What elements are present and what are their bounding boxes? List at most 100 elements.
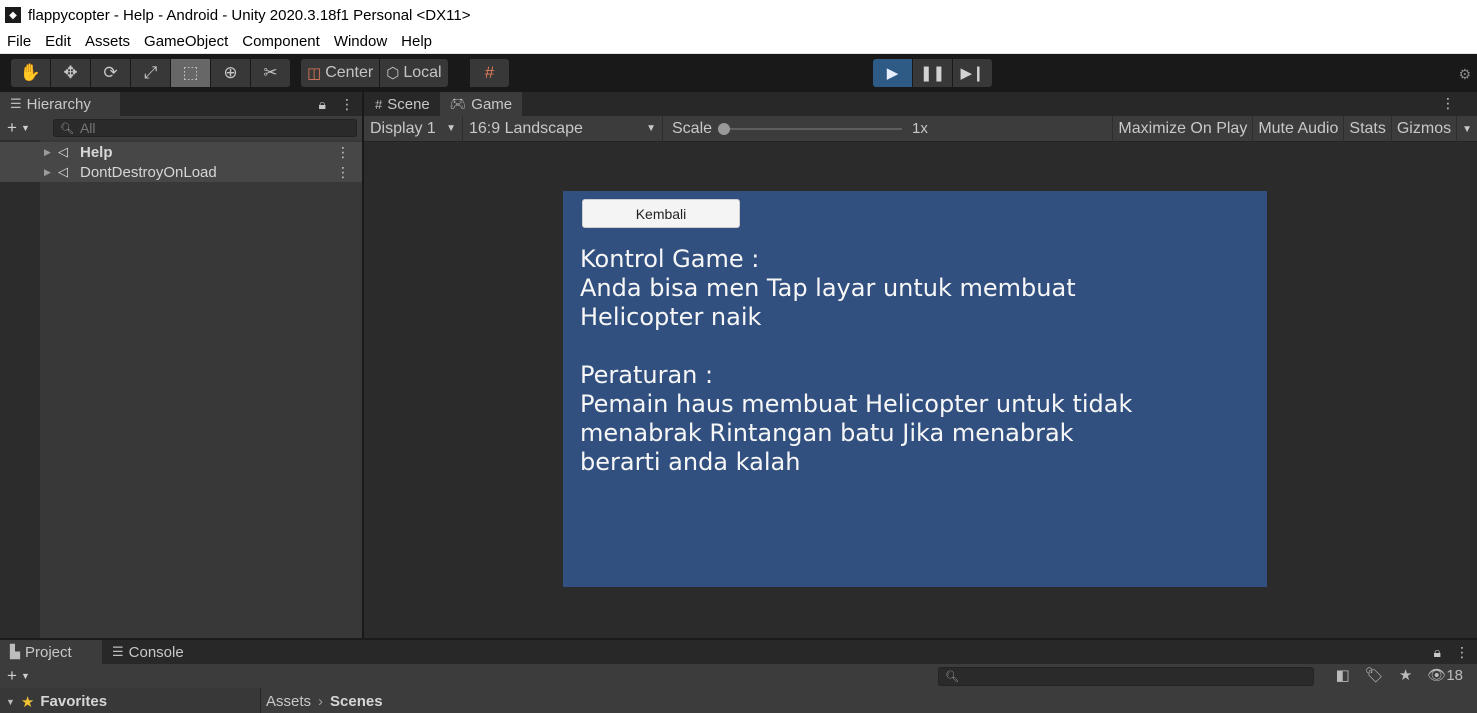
scale-label: Scale (672, 119, 713, 137)
gamepad-icon: 🎮︎ (449, 96, 467, 111)
game-toggles: Maximize On Play Mute Audio Stats Gizmos… (1112, 116, 1477, 142)
menu-file[interactable]: File (7, 33, 31, 50)
star-icon: ★ (20, 693, 35, 711)
tab-hierarchy[interactable]: ☰ Hierarchy (0, 92, 120, 116)
filter-by-label-icon[interactable]: 🏷︎ (1365, 666, 1384, 684)
game-viewport: Kembali Kontrol Game : Anda bisa men Tap… (364, 142, 1477, 638)
unity-scene-icon: ◁ (58, 164, 68, 179)
gizmos-toggle[interactable]: Gizmos (1390, 116, 1456, 142)
hierarchy-toolbar: + ▼ 🔍︎ All (0, 116, 362, 140)
menu-window[interactable]: Window (334, 33, 387, 50)
expand-arrow-icon[interactable]: ▼ (6, 697, 15, 707)
hierarchy-tab-tools: 🔒︎ ⋮ (319, 96, 354, 113)
tab-project-label: Project (25, 643, 72, 661)
help-text: Kontrol Game : Anda bisa men Tap layar u… (580, 245, 1133, 476)
rect-tool-icon[interactable]: ⬚ (171, 59, 210, 87)
chevron-down-icon: ▼ (20, 671, 30, 681)
hierarchy-search-input[interactable]: 🔍︎ All (53, 119, 357, 137)
scale-tool-icon[interactable]: ⤢ (131, 59, 170, 87)
row-kebab-icon[interactable]: ⋮ (336, 144, 350, 161)
favorite-star-icon[interactable]: ★ (1399, 666, 1412, 684)
aspect-dropdown[interactable]: 16:9 Landscape ▼ (463, 115, 663, 142)
stats-toggle[interactable]: Stats (1343, 116, 1390, 142)
expand-arrow-icon[interactable]: ▶ (44, 167, 51, 178)
menu-gameobject[interactable]: GameObject (144, 33, 228, 50)
scale-control: Scale 1x (663, 116, 928, 142)
pivot-icon: ◫ (307, 65, 322, 82)
pivot-label: Center (325, 64, 374, 81)
game-options-bar: Display 1 ▼ 16:9 Landscape ▼ Scale 1x Ma… (364, 115, 1477, 142)
scene-label: Help (80, 143, 113, 161)
mute-audio-toggle[interactable]: Mute Audio (1252, 116, 1343, 142)
layers-icon[interactable]: ⚙ (1458, 66, 1471, 83)
tab-hierarchy-label: Hierarchy (26, 95, 91, 113)
hidden-count: 18 (1446, 667, 1463, 684)
project-toolbar: + ▼ 🔍︎ ◧ 🏷︎ ★ 👁︎18 (0, 664, 1477, 688)
grid-icon: # (375, 96, 383, 112)
scale-slider[interactable] (718, 122, 903, 135)
console-icon: ☰ (112, 644, 124, 659)
hierarchy-gutter (0, 140, 40, 638)
pivot-toggles: ◫ Center ⬡ Local (301, 59, 449, 87)
hierarchy-panel: ☰ Hierarchy 🔒︎ ⋮ + ▼ 🔍︎ All ▶ ◁ Help ⋮ ▶ … (0, 92, 362, 638)
transform-tool-icon[interactable]: ⊕ (211, 59, 250, 87)
rotate-tool-icon[interactable]: ⟳ (91, 59, 130, 87)
tab-scene-label: Scene (387, 95, 430, 113)
step-icon[interactable]: ▶❙ (953, 59, 992, 87)
hand-tool-icon[interactable]: ✋ (11, 59, 50, 87)
play-icon[interactable]: ▶ (873, 59, 912, 87)
filter-by-type-icon[interactable]: ◧ (1336, 666, 1350, 684)
hierarchy-row-help[interactable]: ▶ ◁ Help ⋮ (0, 142, 362, 162)
scale-slider-knob[interactable] (718, 122, 731, 135)
favorites-row[interactable]: ▼ ★ Favorites (0, 688, 258, 713)
search-icon: 🔍︎ (945, 671, 959, 683)
hidden-packages-toggle[interactable]: 👁︎18 (1427, 666, 1463, 684)
tab-scene[interactable]: # Scene (365, 92, 440, 116)
search-icon: 🔍︎ (60, 122, 74, 135)
expand-arrow-icon[interactable]: ▶ (44, 147, 51, 158)
scale-value: 1x (912, 120, 928, 137)
maximize-on-play-toggle[interactable]: Maximize On Play (1112, 116, 1252, 142)
breadcrumb-assets[interactable]: Assets (266, 693, 311, 710)
grid-snap-icon[interactable]: # (470, 59, 509, 87)
kebab-menu-icon[interactable]: ⋮ (1455, 644, 1469, 661)
custom-tool-icon[interactable]: ✂ (251, 59, 290, 87)
project-panel: ▙ Project ☰ Console 🔒︎ ⋮ + ▼ 🔍︎ ◧ 🏷︎ ★ 👁︎… (0, 638, 1477, 713)
hierarchy-tree: ▶ ◁ Help ⋮ ▶ ◁ DontDestroyOnLoad ⋮ (0, 140, 362, 638)
folder-icon: ▙ (10, 644, 20, 659)
snap-group: # (470, 59, 510, 87)
breadcrumb-scenes[interactable]: Scenes (330, 693, 383, 710)
row-kebab-icon[interactable]: ⋮ (336, 164, 350, 181)
create-dropdown[interactable]: + ▼ (7, 666, 47, 686)
move-tool-icon[interactable]: ✥ (51, 59, 90, 87)
project-search-input[interactable]: 🔍︎ (938, 667, 1314, 686)
main-toolbar: ✋ ✥ ⟳ ⤢ ⬚ ⊕ ✂ ◫ Center ⬡ Local # ▶ ❚❚ ▶❙… (0, 54, 1477, 92)
menu-help[interactable]: Help (401, 33, 432, 50)
kembali-button[interactable]: Kembali (582, 199, 740, 228)
kebab-menu-icon[interactable]: ⋮ (340, 96, 354, 113)
favorites-label: Favorites (40, 693, 108, 710)
display-dropdown[interactable]: Display 1 ▼ (364, 115, 463, 142)
lock-icon[interactable]: 🔒︎ (319, 96, 326, 113)
cube-icon: ⬡ (386, 65, 400, 82)
display-value: Display 1 (370, 119, 436, 137)
plus-icon: + (7, 118, 17, 137)
project-filter-icons: ◧ 🏷︎ ★ 👁︎18 (1336, 666, 1463, 684)
game-tabbar: # Scene 🎮︎ Game ⋮ (364, 92, 1477, 116)
unity-logo-icon: ◆ (5, 7, 21, 23)
tab-game[interactable]: 🎮︎ Game (439, 92, 523, 116)
tab-project[interactable]: ▙ Project (0, 640, 102, 664)
menu-edit[interactable]: Edit (45, 33, 71, 50)
create-dropdown[interactable]: + ▼ (7, 118, 47, 138)
pivot-center-button[interactable]: ◫ Center (301, 59, 380, 87)
menu-component[interactable]: Component (242, 33, 320, 50)
gizmos-dropdown-icon[interactable]: ▼ (1456, 116, 1477, 142)
pause-icon[interactable]: ❚❚ (913, 59, 952, 87)
tab-console[interactable]: ☰ Console (102, 640, 194, 664)
kebab-menu-icon[interactable]: ⋮ (1441, 95, 1455, 112)
menu-assets[interactable]: Assets (85, 33, 130, 50)
hierarchy-row-dontdestroyonload[interactable]: ▶ ◁ DontDestroyOnLoad ⋮ (0, 162, 362, 182)
lock-icon[interactable]: 🔒︎ (1434, 644, 1441, 661)
pivot-local-button[interactable]: ⬡ Local (380, 59, 448, 87)
menu-bar: File Edit Assets GameObject Component Wi… (0, 30, 1477, 54)
